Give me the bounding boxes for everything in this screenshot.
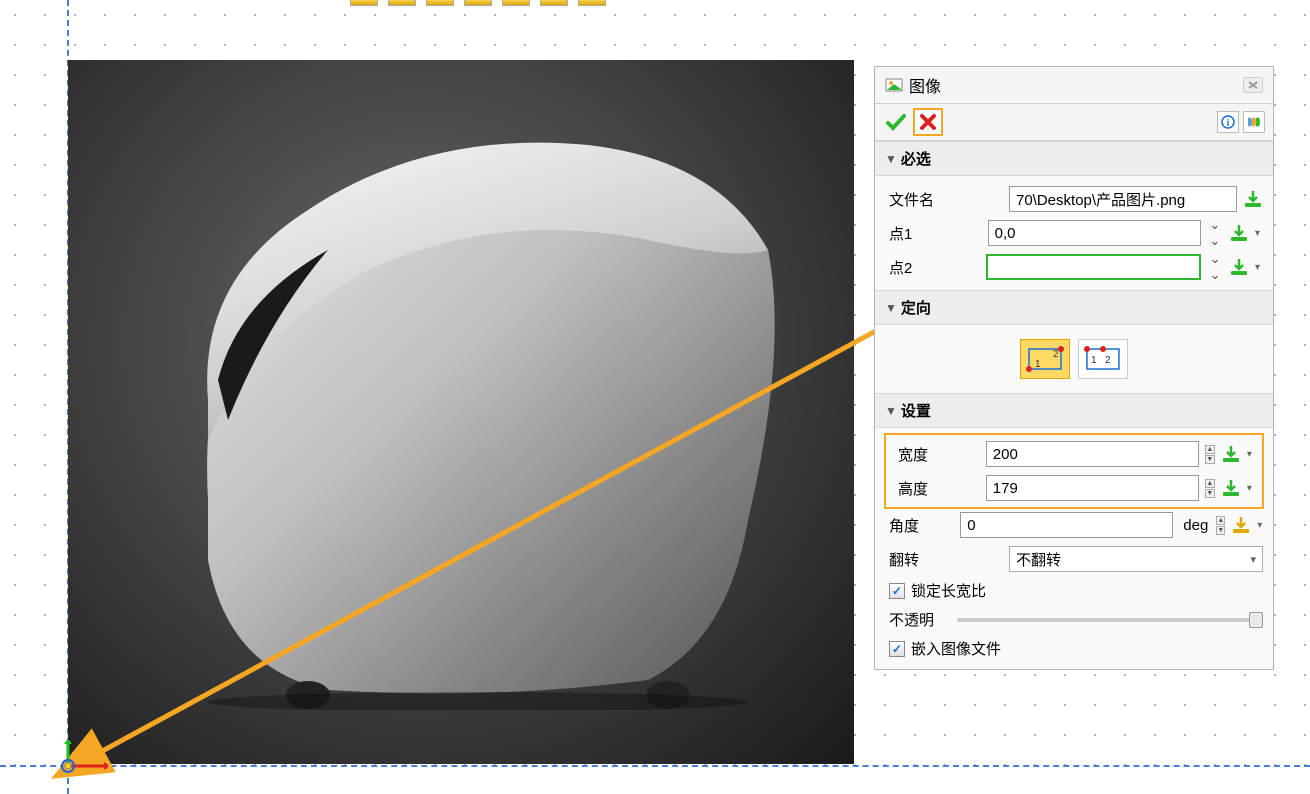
download-point1-icon[interactable] bbox=[1229, 222, 1249, 244]
svg-text:2: 2 bbox=[1053, 349, 1059, 360]
cancel-button[interactable] bbox=[913, 108, 943, 136]
toolbar-icon[interactable] bbox=[540, 0, 568, 6]
image-properties-panel: 图像 i ▼ 必选 文件名 点1 bbox=[874, 66, 1274, 670]
spin-down-icon[interactable]: ▼ bbox=[1205, 455, 1215, 464]
point2-expand-icon[interactable]: ⌄⌄ bbox=[1207, 256, 1223, 278]
section-required-header[interactable]: ▼ 必选 bbox=[875, 141, 1273, 176]
embed-image-label: 嵌入图像文件 bbox=[911, 638, 1001, 659]
filename-input[interactable] bbox=[1009, 186, 1237, 212]
orient-horizontal-button[interactable]: 12 bbox=[1078, 339, 1128, 379]
download-filename-icon[interactable] bbox=[1243, 188, 1263, 210]
collapse-triangle-icon: ▼ bbox=[885, 301, 897, 315]
toolbar-icon[interactable] bbox=[388, 0, 416, 6]
svg-text:1: 1 bbox=[1035, 359, 1041, 370]
lock-aspect-checkbox[interactable]: ✓ bbox=[889, 583, 905, 599]
flip-label: 翻转 bbox=[885, 549, 1003, 570]
opacity-label: 不透明 bbox=[889, 609, 949, 630]
spin-down-icon[interactable]: ▼ bbox=[1216, 526, 1225, 535]
flip-value: 不翻转 bbox=[1016, 549, 1061, 570]
toolbar-icon[interactable] bbox=[350, 0, 378, 6]
width-input[interactable] bbox=[986, 441, 1199, 467]
confirm-button[interactable] bbox=[883, 110, 909, 134]
toolbar-icon[interactable] bbox=[578, 0, 606, 6]
download-height-icon[interactable] bbox=[1221, 477, 1241, 499]
angle-input[interactable] bbox=[960, 512, 1173, 538]
height-input[interactable] bbox=[986, 475, 1199, 501]
download-angle-icon[interactable] bbox=[1231, 514, 1251, 536]
toolbar bbox=[350, 0, 1280, 8]
svg-text:i: i bbox=[1227, 118, 1230, 129]
section-orient-label: 定向 bbox=[901, 297, 931, 318]
image-icon bbox=[885, 76, 903, 94]
highlighted-settings-group: 宽度 ▲ ▼ ▾ 高度 ▲ ▼ bbox=[884, 433, 1264, 509]
lock-aspect-label: 锁定长宽比 bbox=[911, 580, 986, 601]
panel-action-bar: i bbox=[875, 104, 1273, 141]
filename-label: 文件名 bbox=[885, 189, 1003, 210]
flip-select[interactable]: 不翻转 ▾ bbox=[1009, 546, 1263, 572]
panel-title: 图像 bbox=[909, 73, 1243, 97]
svg-text:1: 1 bbox=[1091, 355, 1097, 366]
section-required-label: 必选 bbox=[901, 148, 931, 169]
section-settings-label: 设置 bbox=[901, 400, 931, 421]
layers-button[interactable] bbox=[1243, 111, 1265, 133]
toolbar-icon[interactable] bbox=[502, 0, 530, 6]
point1-input[interactable] bbox=[988, 220, 1201, 246]
width-label: 宽度 bbox=[894, 444, 980, 465]
dropdown-caret-icon[interactable]: ▾ bbox=[1247, 449, 1254, 460]
product-silhouette bbox=[148, 120, 788, 710]
section-settings-header[interactable]: ▼ 设置 bbox=[875, 393, 1273, 428]
axis-guide-horizontal bbox=[0, 765, 1310, 767]
close-button[interactable] bbox=[1243, 77, 1263, 93]
angle-spinner[interactable]: ▲ ▼ bbox=[1216, 516, 1225, 535]
dropdown-caret-icon[interactable]: ▾ bbox=[1257, 520, 1263, 531]
embed-image-checkbox[interactable]: ✓ bbox=[889, 641, 905, 657]
panel-header: 图像 bbox=[875, 67, 1273, 104]
svg-text:2: 2 bbox=[1105, 355, 1111, 366]
download-width-icon[interactable] bbox=[1221, 443, 1241, 465]
width-spinner[interactable]: ▲ ▼ bbox=[1205, 445, 1215, 464]
opacity-slider[interactable] bbox=[957, 618, 1259, 622]
slider-thumb[interactable] bbox=[1249, 612, 1263, 628]
reference-image[interactable] bbox=[68, 60, 854, 764]
download-point2-icon[interactable] bbox=[1229, 256, 1249, 278]
info-button[interactable]: i bbox=[1217, 111, 1239, 133]
section-orient-body: 12 12 bbox=[875, 325, 1273, 393]
section-orient-header[interactable]: ▼ 定向 bbox=[875, 290, 1273, 325]
section-required-body: 文件名 点1 ⌄⌄ ▾ 点2 ⌄⌄ ▾ bbox=[875, 176, 1273, 290]
point2-label: 点2 bbox=[885, 257, 980, 278]
toolbar-icon[interactable] bbox=[464, 0, 492, 6]
orient-diagonal-button[interactable]: 12 bbox=[1020, 339, 1070, 379]
collapse-triangle-icon: ▼ bbox=[885, 404, 897, 418]
angle-unit: deg bbox=[1183, 517, 1208, 534]
spin-up-icon[interactable]: ▲ bbox=[1205, 445, 1215, 454]
spin-up-icon[interactable]: ▲ bbox=[1205, 479, 1215, 488]
point1-label: 点1 bbox=[885, 223, 982, 244]
dropdown-caret-icon[interactable]: ▾ bbox=[1255, 228, 1263, 239]
dropdown-caret-icon[interactable]: ▾ bbox=[1255, 262, 1263, 273]
point2-input[interactable] bbox=[986, 254, 1201, 280]
chevron-down-icon: ▾ bbox=[1250, 553, 1256, 566]
spin-up-icon[interactable]: ▲ bbox=[1216, 516, 1225, 525]
height-spinner[interactable]: ▲ ▼ bbox=[1205, 479, 1215, 498]
collapse-triangle-icon: ▼ bbox=[885, 152, 897, 166]
toolbar-icon[interactable] bbox=[426, 0, 454, 6]
section-settings-body: 宽度 ▲ ▼ ▾ 高度 ▲ ▼ bbox=[875, 428, 1273, 669]
angle-label: 角度 bbox=[885, 515, 954, 536]
height-label: 高度 bbox=[894, 478, 980, 499]
spin-down-icon[interactable]: ▼ bbox=[1205, 489, 1215, 498]
dropdown-caret-icon[interactable]: ▾ bbox=[1247, 483, 1254, 494]
point1-expand-icon[interactable]: ⌄⌄ bbox=[1207, 222, 1223, 244]
